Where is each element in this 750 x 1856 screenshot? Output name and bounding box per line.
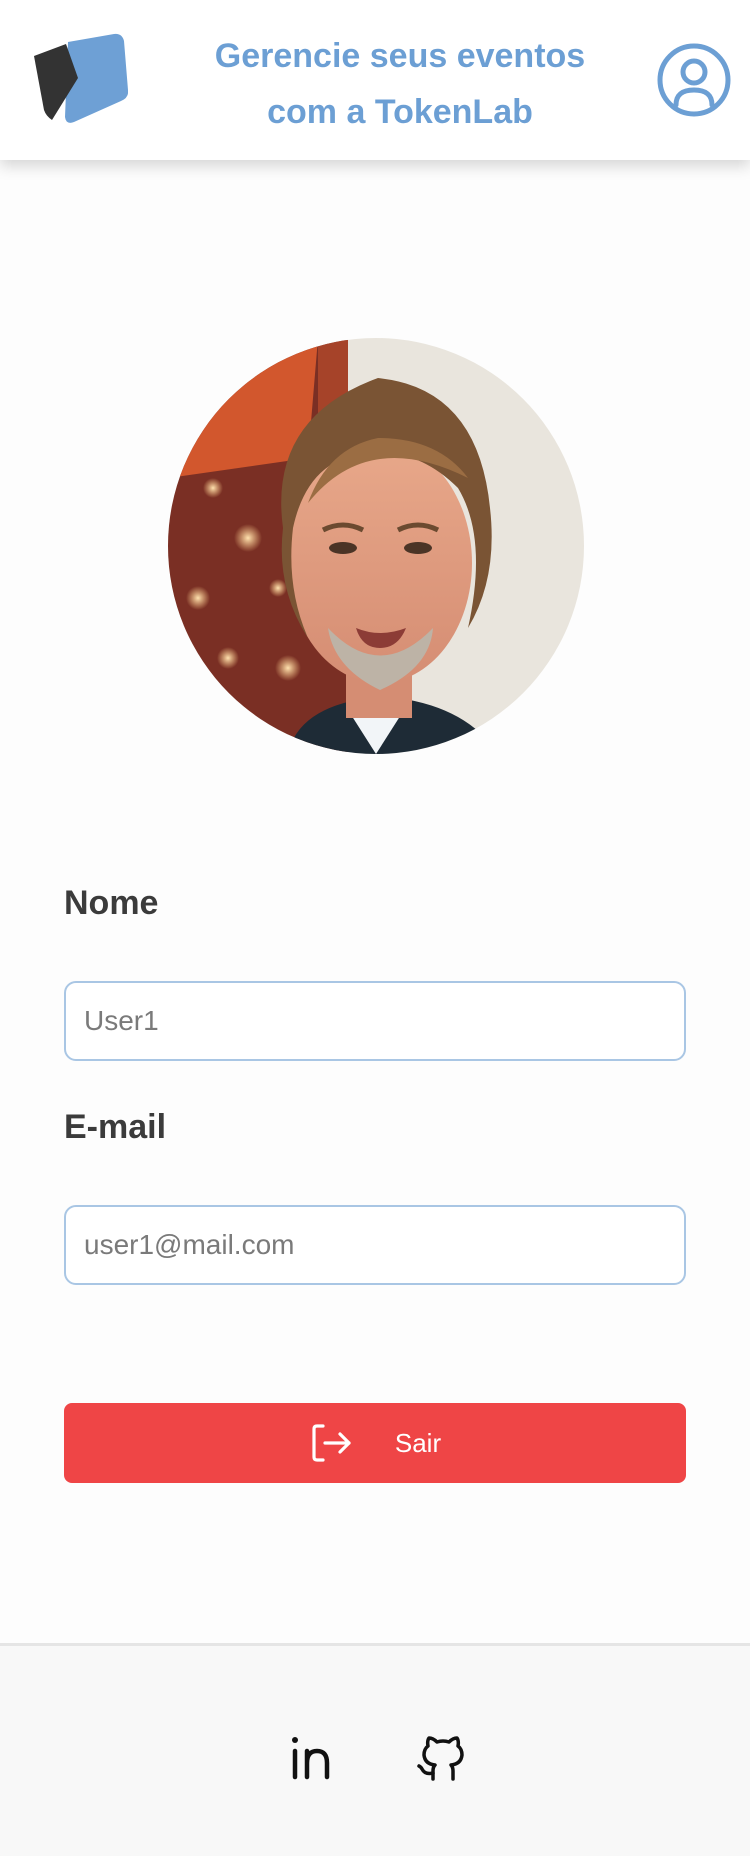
logout-icon [309, 1421, 353, 1465]
name-label: Nome [64, 884, 159, 922]
tokenlab-logo[interactable] [32, 32, 128, 128]
page-title: Gerencie seus eventos com a TokenLab [170, 28, 630, 140]
profile-avatar [168, 338, 584, 754]
app-header: Gerencie seus eventos com a TokenLab [0, 0, 750, 160]
email-input[interactable] [64, 1205, 686, 1285]
user-circle-icon[interactable] [656, 42, 732, 118]
title-line-2: com a TokenLab [267, 93, 533, 131]
github-icon[interactable] [415, 1733, 465, 1783]
page-footer [0, 1643, 750, 1856]
logout-button[interactable]: Sair [64, 1403, 686, 1483]
logout-label: Sair [394, 1427, 442, 1458]
name-input[interactable] [64, 981, 686, 1061]
email-label: E-mail [64, 1108, 167, 1146]
linkedin-icon[interactable] [287, 1733, 337, 1783]
title-line-1: Gerencie seus eventos [214, 37, 586, 75]
